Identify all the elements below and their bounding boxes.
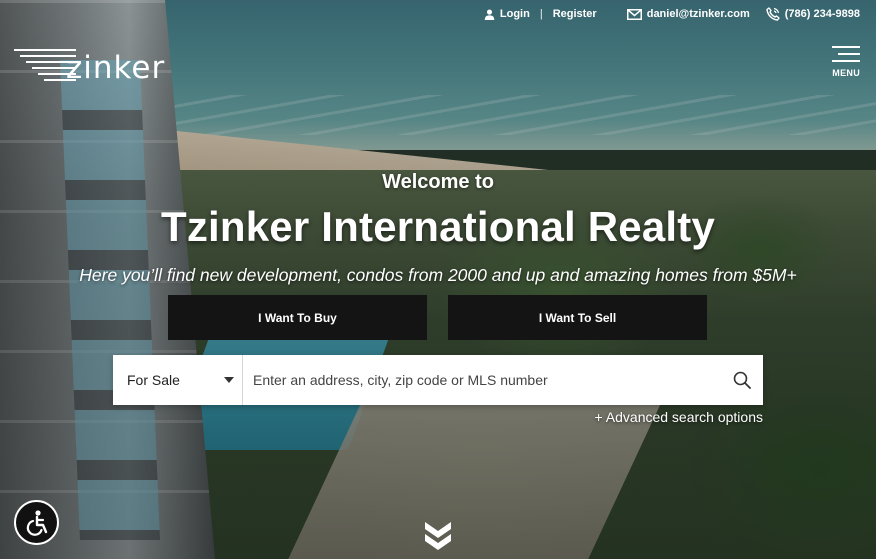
email-link[interactable]: daniel@tzinker.com: [626, 8, 750, 20]
scroll-down-button[interactable]: [423, 520, 453, 552]
caret-down-icon: [224, 377, 234, 383]
user-icon: [484, 8, 495, 20]
login-label: Login: [499, 8, 530, 20]
envelope-icon: [626, 8, 642, 20]
top-bar: Login | Register daniel@tzinker.com (786…: [484, 7, 860, 21]
listing-type-value: For Sale: [127, 372, 180, 388]
register-label: Register: [552, 8, 597, 20]
search-icon: [733, 371, 751, 389]
logo-lines-icon: [14, 49, 76, 83]
accessibility-icon: [26, 509, 47, 536]
menu-button[interactable]: MENU: [830, 46, 860, 78]
want-to-buy-button[interactable]: I Want To Buy: [168, 295, 427, 340]
phone-link[interactable]: (786) 234-9898: [766, 7, 860, 21]
hamburger-icon: [832, 46, 860, 62]
login-link[interactable]: Login: [484, 8, 530, 20]
phone-text: (786) 234-9898: [784, 8, 860, 20]
register-link[interactable]: Register: [553, 8, 597, 20]
search-button[interactable]: [721, 355, 763, 405]
accessibility-button[interactable]: [14, 500, 59, 545]
want-to-sell-button[interactable]: I Want To Sell: [448, 295, 707, 340]
hero-title: Tzinker International Realty: [160, 203, 716, 250]
hero-subtitle: Here you’ll find new development, condos…: [79, 265, 797, 285]
chevron-double-down-icon: [425, 522, 451, 550]
hero-welcome: Welcome to: [382, 171, 494, 193]
listing-type-select[interactable]: For Sale: [113, 355, 243, 405]
logo-text: zinker: [66, 50, 166, 86]
property-search-bar: For Sale: [113, 355, 763, 405]
topbar-separator: |: [539, 8, 543, 20]
email-text: daniel@tzinker.com: [646, 8, 750, 20]
site-logo[interactable]: zinker: [14, 46, 165, 86]
menu-label: MENU: [832, 68, 860, 78]
phone-icon: [766, 7, 780, 21]
search-input[interactable]: [243, 355, 721, 405]
advanced-search-link[interactable]: + Advanced search options: [594, 409, 763, 425]
